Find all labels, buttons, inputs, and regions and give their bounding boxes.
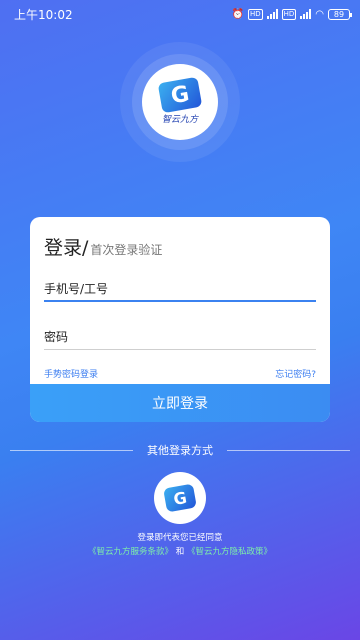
other-login-divider: 其他登录方式: [10, 442, 350, 458]
wifi-icon: ◠: [315, 8, 324, 20]
divider-line-right: [227, 449, 350, 451]
privacy-link[interactable]: 《智云九方隐私政策》: [187, 547, 272, 557]
divider-line-left: [10, 449, 133, 451]
forgot-password-link[interactable]: 忘记密码?: [275, 367, 316, 380]
hd-tag-2: HD: [281, 8, 297, 20]
status-bar: 上午10:02 ⏰ HD HD ◠ 89: [0, 0, 360, 28]
battery-icon: 89: [328, 8, 352, 20]
signal-icon: [266, 9, 278, 19]
signal-icon-2: [300, 9, 312, 19]
agreement-and: 和: [175, 547, 185, 557]
agreement: 登录即代表您已经同意 《智云九方服务条款》 和 《智云九方隐私政策》: [0, 531, 360, 559]
phone-placeholder: 手机号/工号: [44, 281, 109, 296]
status-icons: ⏰ HD HD ◠ 89: [231, 8, 352, 20]
gesture-login-link[interactable]: 手势密码登录: [44, 367, 98, 380]
logo-brand-text: 智云九方: [161, 114, 198, 125]
password-input[interactable]: 密码: [44, 324, 316, 350]
alt-login-button[interactable]: G: [154, 472, 206, 524]
agreement-links: 《智云九方服务条款》 和 《智云九方隐私政策》: [0, 545, 360, 559]
logo-g-icon: G: [157, 76, 203, 113]
alarm-icon: ⏰: [231, 8, 244, 20]
phone-input[interactable]: 手机号/工号: [44, 276, 316, 302]
login-title-sub: 首次登录验证: [90, 243, 163, 257]
terms-link[interactable]: 《智云九方服务条款》: [88, 547, 173, 557]
other-login-label: 其他登录方式: [147, 444, 213, 457]
login-button[interactable]: 立即登录: [30, 384, 330, 422]
login-card: 登录/ 首次登录验证 手机号/工号 密码 手势密码登录 忘记密码? 立即登录: [30, 217, 330, 422]
password-placeholder: 密码: [44, 330, 69, 344]
hd-tag: HD: [247, 8, 263, 20]
card-links: 手势密码登录 忘记密码?: [44, 367, 316, 380]
agreement-text: 登录即代表您已经同意: [137, 533, 223, 543]
login-title: 登录/ 首次登录验证: [44, 233, 162, 260]
alt-login-logo-icon: G: [163, 483, 197, 513]
app-logo: G 智云九方: [142, 64, 218, 140]
login-title-main: 登录/: [44, 237, 89, 259]
status-time: 上午10:02: [14, 7, 73, 22]
